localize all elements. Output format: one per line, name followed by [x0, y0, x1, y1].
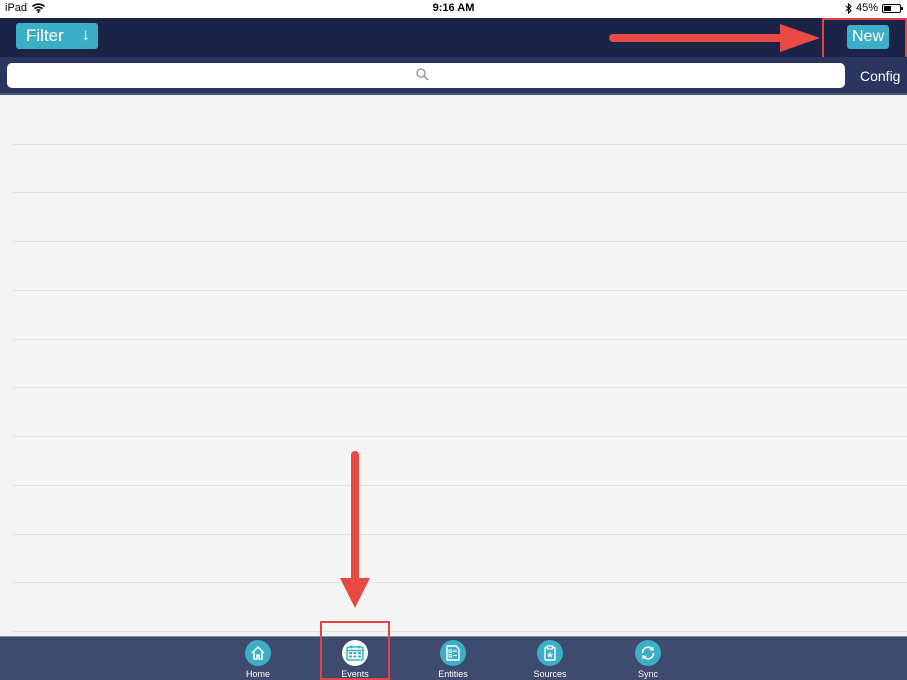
tab-home[interactable]: Home	[228, 638, 288, 680]
list-row-separator	[13, 387, 907, 388]
home-icon	[245, 640, 271, 666]
battery-percent: 45%	[855, 2, 878, 14]
tab-entities[interactable]: Entities	[423, 638, 483, 680]
tab-label: Sync	[637, 669, 658, 679]
tab-label: Sources	[533, 669, 567, 679]
nav-bar: Filter ↓ New	[0, 18, 907, 57]
tab-bar: Home Events Entities Sources Sync	[0, 636, 907, 680]
tab-label: Home	[245, 669, 270, 679]
list-row-separator	[13, 192, 907, 193]
list-row-separator	[13, 290, 907, 291]
search-bar-row: Config	[0, 57, 907, 95]
annotation-box-new	[822, 18, 907, 59]
clipboard-icon	[537, 640, 563, 666]
tab-label: Entities	[438, 669, 468, 679]
battery-icon	[882, 3, 903, 13]
filter-label: Filter	[26, 26, 64, 45]
list-row-separator	[13, 631, 907, 632]
config-button[interactable]: Config	[860, 68, 900, 84]
tab-sources[interactable]: Sources	[520, 638, 580, 680]
annotation-arrow-down	[340, 451, 370, 608]
sort-arrow-down-icon: ↓	[81, 25, 91, 44]
sync-icon	[635, 640, 661, 666]
bluetooth-icon	[845, 2, 852, 14]
events-list	[0, 95, 907, 636]
tab-sync[interactable]: Sync	[618, 638, 678, 680]
list-row-separator	[13, 339, 907, 340]
list-row-separator	[13, 241, 907, 242]
clock: 9:16 AM	[432, 2, 475, 14]
annotation-arrow-right	[609, 24, 820, 52]
search-input[interactable]	[7, 63, 845, 88]
filter-button[interactable]: Filter ↓	[16, 23, 98, 49]
list-row-separator	[13, 144, 907, 145]
list-row-separator	[13, 436, 907, 437]
list-row-separator	[13, 485, 907, 486]
form-icon	[440, 640, 466, 666]
annotation-box-events	[320, 621, 390, 680]
list-row-separator	[13, 582, 907, 583]
status-bar: iPad 9:16 AM 45%	[0, 0, 907, 18]
list-row-separator	[13, 534, 907, 535]
search-icon	[416, 68, 429, 81]
